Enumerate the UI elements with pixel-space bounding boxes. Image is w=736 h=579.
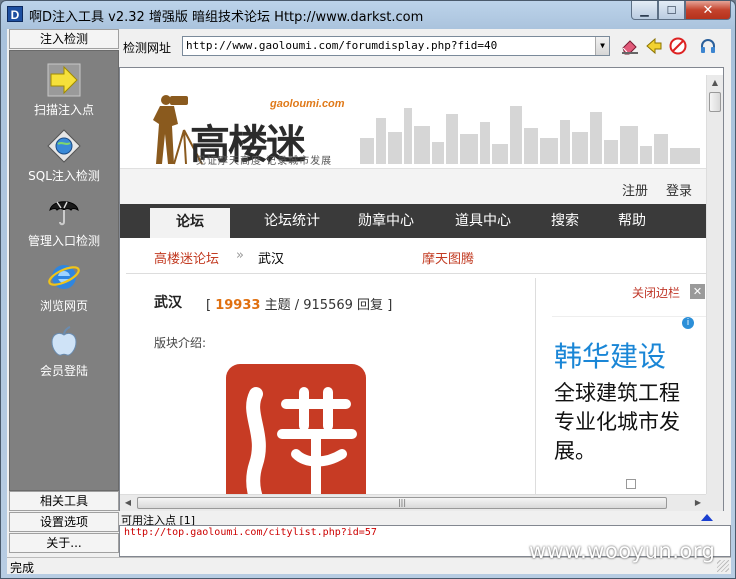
topic-count: 19933 <box>215 298 261 313</box>
sidebar-ad: 关闭边栏 ✕ i 韩华建设 全球建筑工程 专业化城市发展。 <box>540 278 708 510</box>
post-label: 回复 <box>357 298 384 313</box>
minimize-button[interactable]: ▁ <box>631 1 658 20</box>
sidebar-item-label: 管理入口检测 <box>27 234 100 248</box>
triangle-up-icon[interactable] <box>701 514 713 521</box>
horizontal-scrollbar[interactable]: ◀ ||| ▶ <box>120 494 706 511</box>
scroll-right-icon[interactable]: ▶ <box>690 495 706 511</box>
site-top-links: 注册 登录 <box>120 168 708 204</box>
resize-grip-icon[interactable] <box>717 560 729 572</box>
sidebar-item-sql[interactable]: SQL注入检测 <box>10 129 118 184</box>
title-bar[interactable]: D 啊D注入工具 v2.32 增强版 暗组技术论坛 Http://www.dar… <box>1 1 735 29</box>
scroll-corner <box>706 494 723 511</box>
about-button[interactable]: 关于... <box>9 533 119 553</box>
related-tools-button[interactable]: 相关工具 <box>9 491 119 511</box>
scroll-thumb[interactable]: ||| <box>137 497 667 509</box>
forum-name: 武汉 <box>154 295 182 311</box>
breadcrumb-separator: » <box>236 248 244 263</box>
site-slogan: 见证摩天高度 记录城市发展 <box>196 156 333 167</box>
back-arrow-icon[interactable] <box>644 36 664 56</box>
close-icon[interactable]: ✕ <box>690 284 705 299</box>
login-link[interactable]: 登录 <box>666 180 692 199</box>
app-window: D 啊D注入工具 v2.32 增强版 暗组技术论坛 Http://www.dar… <box>0 0 736 579</box>
url-label: 检测网址 <box>123 41 172 55</box>
sidebar-header[interactable]: 注入检测 <box>9 29 119 49</box>
breadcrumb-current: 武汉 <box>258 252 285 267</box>
sidebar-item-label: 浏览网页 <box>39 299 88 313</box>
forum-content: 武汉 [ 19933 主题 / 915569 回复 ] 版块介绍: <box>126 278 536 510</box>
breadcrumb: 高楼迷论坛 » 武汉 摩天图腾 <box>126 238 708 274</box>
globe-icon <box>47 129 81 163</box>
sidebar-item-login[interactable]: 会员登陆 <box>10 324 118 379</box>
site-header: 高楼迷 gaoloumi.com 见证摩天高度 记录城市发展 <box>120 68 708 168</box>
chevron-down-icon[interactable]: ▼ <box>595 37 609 55</box>
sidebar-item-admin[interactable]: 管理入口检测 <box>10 194 118 249</box>
sidebar-item-label: SQL注入检测 <box>28 169 100 183</box>
scroll-up-icon[interactable]: ▲ <box>707 75 723 91</box>
site-nav: 论坛 论坛统计 勋章中心 道具中心 搜索 帮助 <box>120 204 708 238</box>
stop-icon[interactable] <box>668 36 688 56</box>
scroll-left-icon[interactable]: ◀ <box>120 495 136 511</box>
sidebar-item-label: 扫描注入点 <box>33 103 94 117</box>
nav-stats[interactable]: 论坛统计 <box>264 204 320 238</box>
seal-logo-image <box>226 364 366 510</box>
sidebar-item-label: 会员登陆 <box>39 364 88 378</box>
window-title: 啊D注入工具 v2.32 增强版 暗组技术论坛 Http://www.darks… <box>29 10 424 25</box>
scroll-thumb[interactable] <box>709 92 721 112</box>
ad-checkbox[interactable] <box>626 479 636 489</box>
forum-description-label: 版块介绍: <box>154 336 207 350</box>
skyline-image <box>360 106 700 164</box>
ad-body: 全球建筑工程 专业化城市发展。 <box>554 381 680 463</box>
nav-search[interactable]: 搜索 <box>551 204 579 238</box>
ad-title: 韩华建设 <box>554 340 667 373</box>
nav-forum[interactable]: 论坛 <box>150 208 230 238</box>
nav-tools[interactable]: 道具中心 <box>455 204 511 238</box>
apple-icon <box>47 324 81 358</box>
client-area: 注入检测 扫描注入点 SQL注入检测 管理入口检测 浏览网页 会员登陆 相关工具… <box>7 29 731 575</box>
nav-help[interactable]: 帮助 <box>618 204 646 238</box>
close-button[interactable]: ✕ <box>685 1 731 20</box>
watermark: www.wooyun.org <box>529 539 716 563</box>
web-browser-view[interactable]: 高楼迷 gaoloumi.com 见证摩天高度 记录城市发展 注册 登录 论坛 … <box>119 67 724 511</box>
eraser-icon[interactable] <box>620 36 640 56</box>
close-sidebar-link[interactable]: 关闭边栏 <box>632 284 680 301</box>
post-count: 915569 <box>303 298 353 313</box>
breadcrumb-home[interactable]: 高楼迷论坛 <box>154 248 219 267</box>
maximize-button[interactable]: ☐ <box>658 1 685 20</box>
sidebar-panel: 扫描注入点 SQL注入检测 管理入口检测 浏览网页 会员登陆 <box>9 50 119 491</box>
app-icon: D <box>7 6 23 22</box>
site-logo-domain: gaoloumi.com <box>270 98 345 110</box>
settings-button[interactable]: 设置选项 <box>9 512 119 532</box>
nav-medals[interactable]: 勋章中心 <box>358 204 414 238</box>
forum-stats: [ 19933 主题 / 915569 回复 ] <box>206 298 393 313</box>
breadcrumb-extra[interactable]: 摩天图腾 <box>422 248 474 267</box>
umbrella-icon <box>47 194 81 228</box>
status-text: 完成 <box>10 561 35 575</box>
list-item[interactable]: http://top.gaoloumi.com/citylist.php?id=… <box>124 527 377 538</box>
ie-browser-icon <box>47 259 81 293</box>
topic-label: 主题 <box>264 298 291 313</box>
headphones-icon[interactable] <box>698 36 718 56</box>
vertical-scrollbar[interactable]: ▲ <box>706 75 723 495</box>
sidebar-item-browse[interactable]: 浏览网页 <box>10 259 118 314</box>
ad-box[interactable]: i 韩华建设 全球建筑工程 专业化城市发展。 <box>552 316 706 489</box>
url-value: http://www.gaoloumi.com/forumdisplay.php… <box>186 39 498 52</box>
sidebar: 注入检测 扫描注入点 SQL注入检测 管理入口检测 浏览网页 会员登陆 相关工具… <box>9 29 119 574</box>
arrow-right-icon <box>47 63 81 97</box>
register-link[interactable]: 注册 <box>622 180 648 199</box>
url-input[interactable]: http://www.gaoloumi.com/forumdisplay.php… <box>182 36 610 56</box>
info-icon[interactable]: i <box>682 317 694 329</box>
sidebar-item-scan[interactable]: 扫描注入点 <box>10 63 118 118</box>
